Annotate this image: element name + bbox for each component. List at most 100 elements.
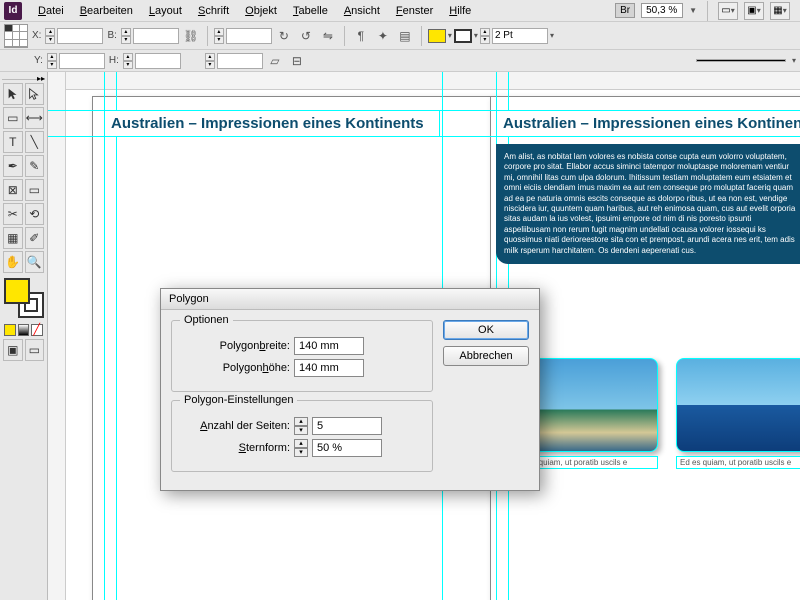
- x-label: X:: [30, 30, 43, 41]
- fill-swatch[interactable]: [428, 29, 446, 43]
- control-bar-2: Y: ▴▾ H: ▴▾ ▴▾ ▱ ⊟ ▾: [0, 50, 800, 72]
- selection-tool[interactable]: [3, 83, 23, 105]
- options-legend: Optionen: [180, 314, 233, 326]
- effects-icon[interactable]: ✦: [373, 26, 393, 46]
- polygon-height-field[interactable]: [294, 359, 364, 377]
- gradient-tool[interactable]: ▦: [3, 227, 23, 249]
- image-frame-2[interactable]: [676, 358, 800, 452]
- scale-x-field[interactable]: [226, 28, 272, 44]
- type-tool[interactable]: T: [3, 131, 23, 153]
- wrap-icon[interactable]: ▤: [395, 26, 415, 46]
- scale-x-spinner[interactable]: ▴▾: [214, 28, 224, 44]
- scissors-tool[interactable]: ✂: [3, 203, 23, 225]
- panel-collapse-icon[interactable]: ▸▸: [37, 74, 45, 79]
- align-icon[interactable]: ⊟: [287, 51, 307, 71]
- star-label: Sternform:: [180, 442, 290, 454]
- b-label: B:: [105, 30, 118, 41]
- view-mode-button[interactable]: ▭▾: [718, 2, 738, 20]
- sides-spinner[interactable]: ▴▾: [294, 417, 308, 435]
- sides-label: Anzahl der Seiten:: [180, 420, 290, 432]
- arrange-button[interactable]: ▦▾: [770, 2, 790, 20]
- rectangle-tool[interactable]: ▭: [25, 179, 45, 201]
- fill-stroke-swatch[interactable]: [4, 278, 44, 318]
- zoom-field[interactable]: 50,3 %: [641, 3, 683, 18]
- bridge-button[interactable]: Br: [615, 3, 635, 18]
- transform-tool[interactable]: ⟲: [25, 203, 45, 225]
- x-field[interactable]: [57, 28, 103, 44]
- direct-selection-tool[interactable]: [25, 83, 45, 105]
- rotate-ccw-icon[interactable]: ↺: [296, 26, 316, 46]
- hand-tool[interactable]: ✋: [3, 251, 23, 273]
- apply-gradient[interactable]: [18, 324, 30, 336]
- polygon-dialog: Polygon Optionen Polygonbreite: Polygonh…: [160, 288, 540, 491]
- rotate-cw-icon[interactable]: ↻: [274, 26, 294, 46]
- menu-tabelle[interactable]: Tabelle: [285, 3, 336, 19]
- workspace: ▸▸ ▭⟷ T╲ ✒✎ ⊠▭ ✂⟲ ▦✐ ✋🔍 ╱ ▣▭ Australien …: [0, 72, 800, 600]
- ok-button[interactable]: OK: [443, 320, 529, 340]
- eyedropper-tool[interactable]: ✐: [25, 227, 45, 249]
- h-field[interactable]: [135, 53, 181, 69]
- y-label: Y:: [32, 55, 45, 66]
- x-spinner[interactable]: ▴▾: [45, 28, 55, 44]
- horizontal-ruler[interactable]: [66, 72, 800, 90]
- control-bar: X: ▴▾ B: ▴▾ ⛓ ▴▾ ↻ ↺ ⇋ ¶ ✦ ▤ ▾ ▾ ▴▾ ▾: [0, 22, 800, 50]
- menu-fenster[interactable]: Fenster: [388, 3, 441, 19]
- sides-field[interactable]: [312, 417, 382, 435]
- stroke-weight-field[interactable]: [492, 28, 548, 44]
- stroke-spinner[interactable]: ▴▾: [480, 28, 490, 44]
- settings-group: Polygon-Einstellungen Anzahl der Seiten:…: [171, 400, 433, 472]
- document-canvas[interactable]: Australien – Impressionen eines Kontinen…: [48, 72, 800, 600]
- menu-hilfe[interactable]: Hilfe: [441, 3, 479, 19]
- menu-ansicht[interactable]: Ansicht: [336, 3, 388, 19]
- gap-tool[interactable]: ⟷: [25, 107, 45, 129]
- polygon-width-field[interactable]: [294, 337, 364, 355]
- reference-point[interactable]: [4, 24, 28, 48]
- frame-tool[interactable]: ⊠: [3, 179, 23, 201]
- text-frame[interactable]: Am alist, as nobitat lam volores es nobi…: [496, 144, 800, 264]
- line-tool[interactable]: ╲: [25, 131, 45, 153]
- b-spinner[interactable]: ▴▾: [121, 28, 131, 44]
- fill-color[interactable]: [4, 278, 30, 304]
- stroke-swatch[interactable]: [454, 29, 472, 43]
- dialog-title: Polygon: [161, 289, 539, 310]
- screen-mode-button[interactable]: ▣▾: [744, 2, 764, 20]
- options-group: Optionen Polygonbreite: Polygonhöhe:: [171, 320, 433, 392]
- h-spinner[interactable]: ▴▾: [123, 53, 133, 69]
- cancel-button[interactable]: Abbrechen: [443, 346, 529, 366]
- vertical-ruler[interactable]: [48, 72, 66, 600]
- zoom-tool[interactable]: 🔍: [25, 251, 45, 273]
- star-field[interactable]: [312, 439, 382, 457]
- menu-objekt[interactable]: Objekt: [237, 3, 285, 19]
- shear-icon[interactable]: ▱: [265, 51, 285, 71]
- menu-datei[interactable]: DDateiatei: [30, 3, 72, 19]
- tools-panel: ▸▸ ▭⟷ T╲ ✒✎ ⊠▭ ✂⟲ ▦✐ ✋🔍 ╱ ▣▭: [0, 72, 48, 600]
- preview-view[interactable]: ▭: [25, 339, 45, 361]
- headline-right[interactable]: Australien – Impressionen eines Kontinen…: [496, 110, 800, 137]
- y-spinner[interactable]: ▴▾: [47, 53, 57, 69]
- scale-y-field[interactable]: [217, 53, 263, 69]
- h-label: H:: [107, 55, 121, 66]
- menu-layout[interactable]: Layout: [141, 3, 190, 19]
- normal-view[interactable]: ▣: [3, 339, 23, 361]
- settings-legend: Polygon-Einstellungen: [180, 394, 297, 406]
- pen-tool[interactable]: ✒: [3, 155, 23, 177]
- apply-color[interactable]: [4, 324, 16, 336]
- y-field[interactable]: [59, 53, 105, 69]
- apply-none[interactable]: ╱: [31, 324, 43, 336]
- paragraph-icon[interactable]: ¶: [351, 26, 371, 46]
- menu-schrift[interactable]: Schrift: [190, 3, 237, 19]
- star-spinner[interactable]: ▴▾: [294, 439, 308, 457]
- page-tool[interactable]: ▭: [3, 107, 23, 129]
- menu-bearbeiten[interactable]: Bearbeiten: [72, 3, 141, 19]
- scale-y-spinner[interactable]: ▴▾: [205, 53, 215, 69]
- menubar: Id DDateiatei Bearbeiten Layout Schrift …: [0, 0, 800, 22]
- width-label: Polygonbreite:: [180, 340, 290, 352]
- flip-h-icon[interactable]: ⇋: [318, 26, 338, 46]
- caption-2[interactable]: Ed es quiam, ut poratib uscils e: [676, 456, 800, 469]
- headline-left[interactable]: Australien – Impressionen eines Kontinen…: [104, 110, 440, 137]
- stroke-style-field[interactable]: [696, 59, 786, 62]
- b-field[interactable]: [133, 28, 179, 44]
- zoom-dropdown-icon[interactable]: ▼: [689, 6, 697, 15]
- pencil-tool[interactable]: ✎: [25, 155, 45, 177]
- link-icon[interactable]: ⛓: [181, 26, 201, 46]
